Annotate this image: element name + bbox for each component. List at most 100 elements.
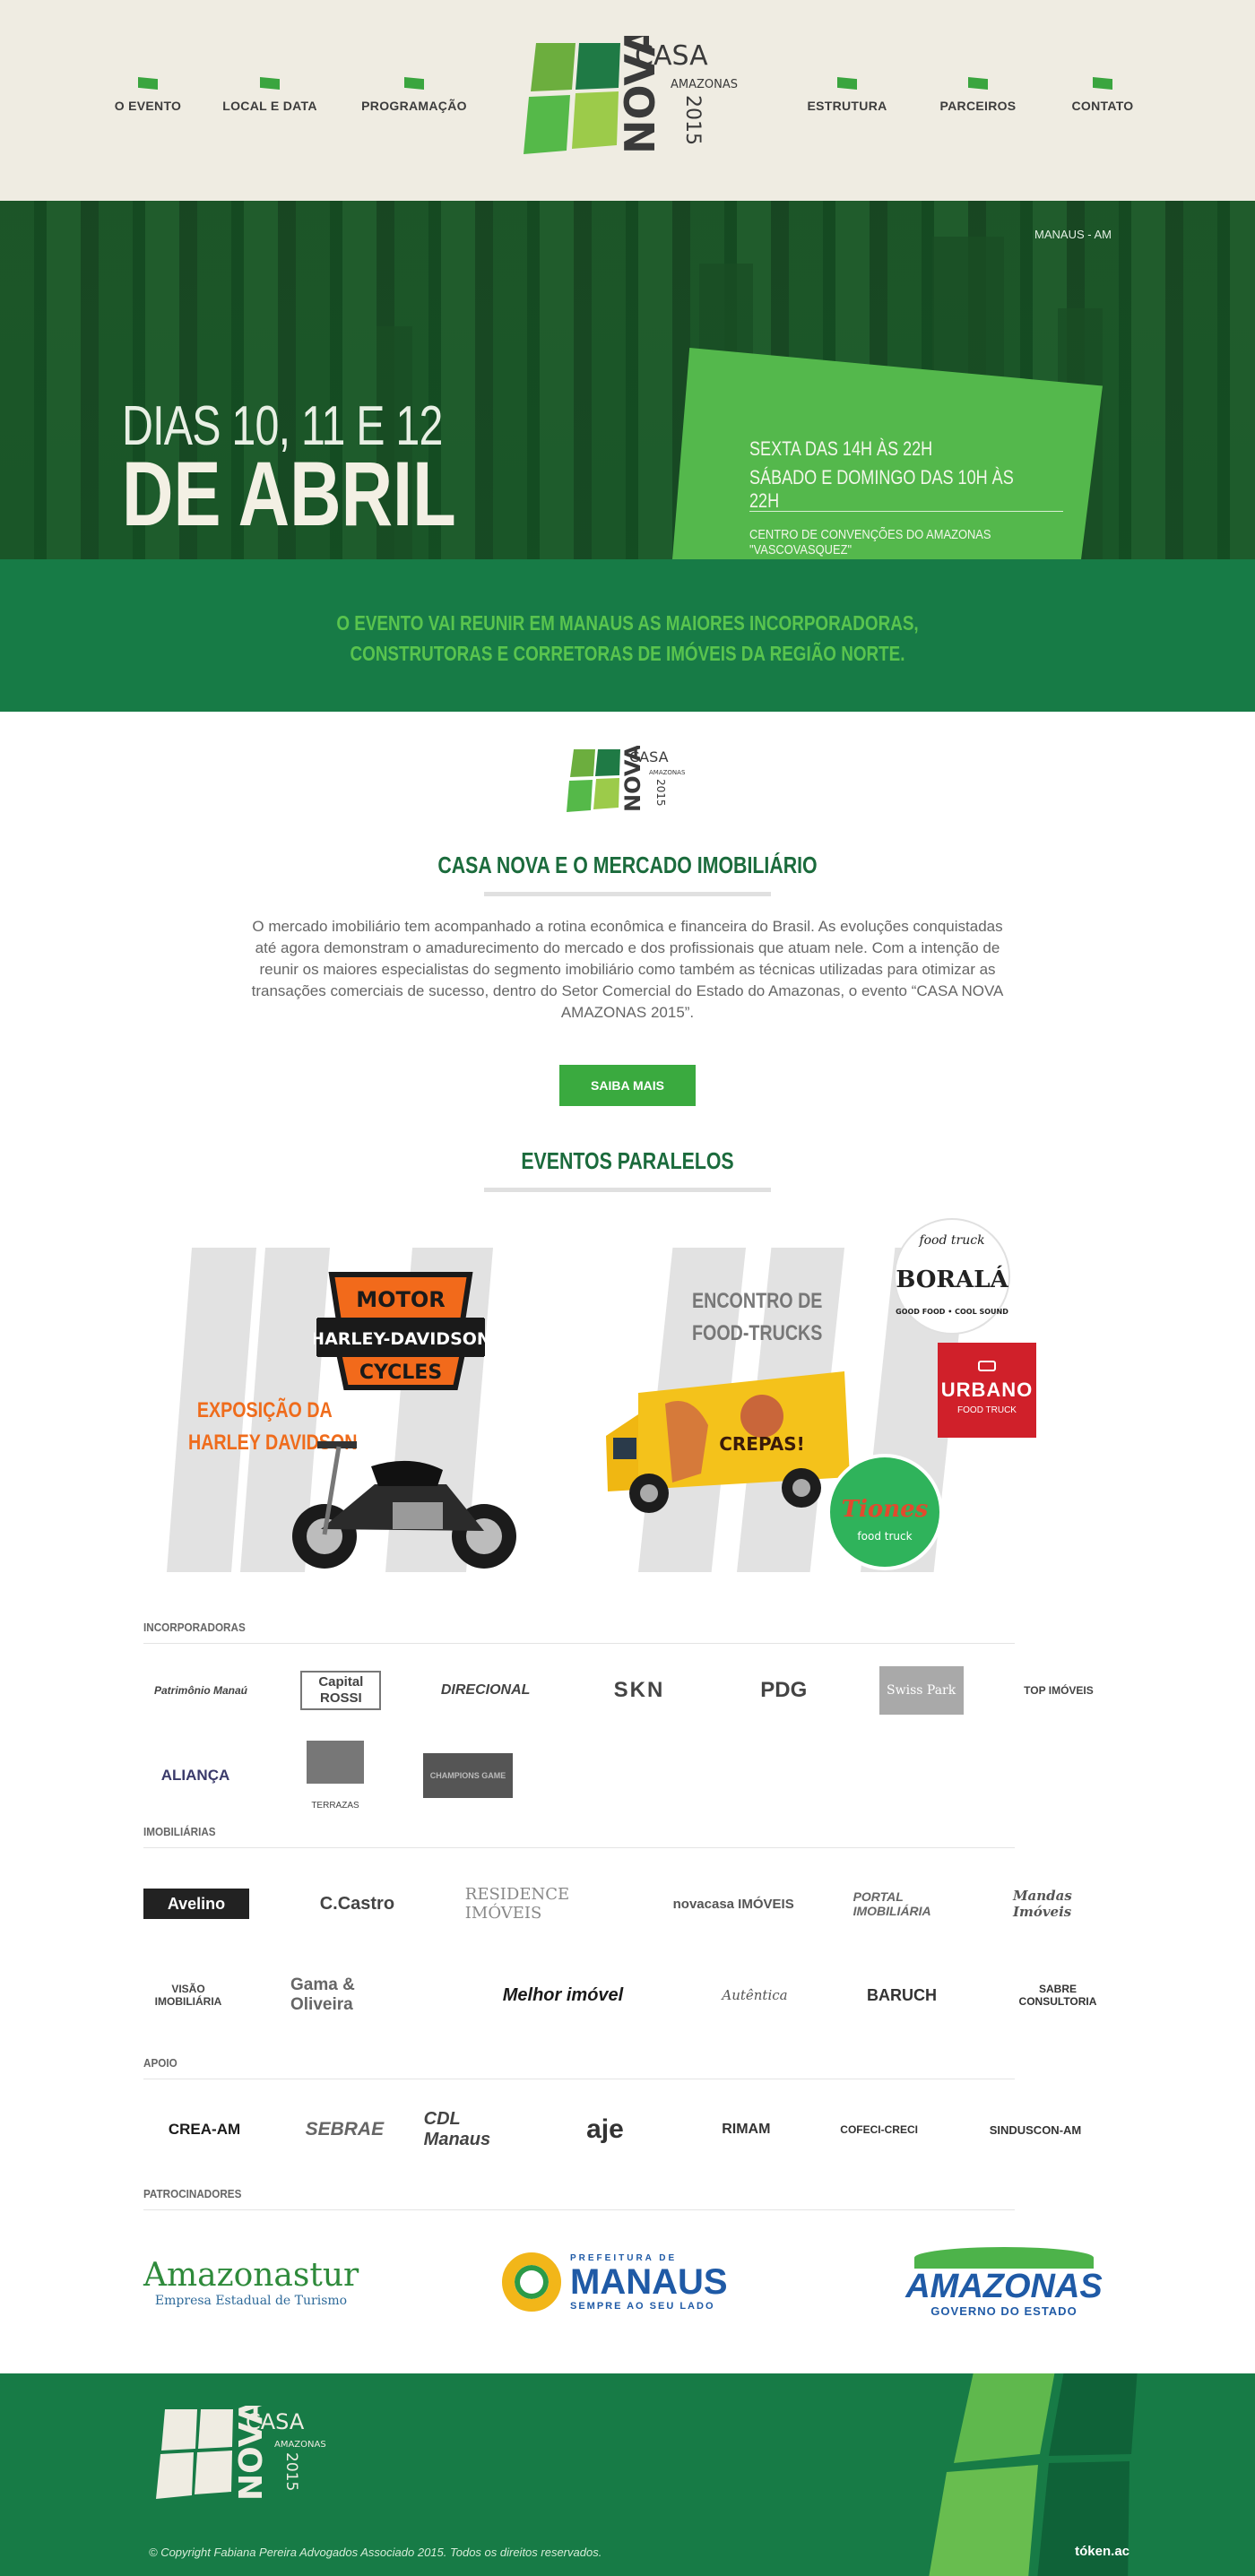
events-title: EVENTOS PARALELOS [521,1147,734,1174]
partner-logo[interactable]: aje [550,2103,661,2157]
partner-logo[interactable]: CDL Manaus [424,2103,517,2157]
harley-logo-top: MOTOR [356,1287,446,1312]
urbano-name: URBANO [940,1379,1034,1401]
flag-icon [404,77,424,90]
casa-nova-logo-small: CASA NOVA AMAZONAS 2015 [567,746,686,812]
sponsor-name: Amazonastur [143,2256,359,2294]
venue: CENTRO DE CONVENÇÕES DO AMAZONAS "VASCOV… [749,527,991,558]
partner-logo[interactable]: Autêntica [710,1968,800,2022]
group-title: IMOBILIÁRIAS [143,1825,1015,1848]
logo-nova: NOVA [616,36,664,154]
nav-contato[interactable]: CONTATO [1044,77,1161,115]
partner-logo[interactable]: DIRECIONAL [428,1664,544,1717]
group-title: PATROCINADORES [143,2187,1015,2210]
partner-logo[interactable]: Mandas Imóveis [1013,1877,1112,1931]
partner-logo[interactable]: CHAMPIONS GAME [423,1753,513,1798]
amazonastur-logo[interactable]: Amazonastur Empresa Estadual de Turismo [143,2257,359,2308]
partner-logo[interactable]: VISÃO IMOBILIÁRIA [143,1959,233,2031]
intro-line-1: O EVENTO VAI REUNIR EM MANAUS AS MAIORES… [336,611,919,635]
logo-row: Patrimônio Manaú Capital ROSSI DIRECIONA… [143,1664,1112,1717]
casa-nova-logo[interactable]: CASA NOVA AMAZONAS 2015 [520,36,744,161]
nav-label: PROGRAMAÇÃO [361,99,467,113]
urbano-sub: FOOD TRUCK [957,1405,1017,1415]
logo-amazonas: AMAZONAS [274,2440,326,2450]
partner-logo[interactable]: RIMAM [693,2103,799,2157]
parallel-events: MOTOR HARLEY-DAVIDSON CYCLES EXPOSIÇÃO D… [0,1192,1255,1604]
borala-logo: food truck BORALÁ GOOD FOOD • COOL SOUND [894,1218,1010,1335]
hero-city: MANAUS - AM [1034,228,1112,241]
about-text: O mercado imobiliário tem acompanhado a … [251,918,1004,1021]
title-underline [484,892,771,896]
truck-icon [978,1361,996,1371]
partner-logo[interactable]: SKN [590,1664,688,1717]
partner-logo[interactable]: Melhor imóvel [473,1968,653,2022]
motorcycle-image [292,1441,516,1569]
logo-amazonas: AMAZONAS [671,78,738,91]
partner-logo[interactable]: COFECI-CRECI [832,2103,927,2157]
harley-title-1: EXPOSIÇÃO DA [196,1398,333,1422]
intro-band: O EVENTO VAI REUNIR EM MANAUS AS MAIORES… [0,559,1255,712]
site-header: O EVENTO LOCAL E DATA PROGRAMAÇÃO CASA N… [0,0,1255,201]
partner-logo[interactable]: SABRE CONSULTORIA [1004,1968,1112,2022]
partner-logo[interactable]: C.Castro [294,1877,420,1931]
logo-year: 2015 [282,2452,300,2491]
sponsor-name: AMAZONAS [905,2267,1103,2305]
nav-programacao[interactable]: PROGRAMAÇÃO [356,77,472,115]
harley-logo-bot: CYCLES [359,1361,442,1384]
saiba-mais-button[interactable]: SAIBA MAIS [559,1065,696,1106]
flag-icon [260,77,280,90]
partner-logo[interactable]: Avelino [143,1889,249,1919]
partner-logo[interactable]: TOP IMÓVEIS [1009,1664,1108,1717]
partner-logo[interactable]: Swiss Park [878,1666,964,1715]
partner-logo[interactable]: SINDUSCON-AM [959,2103,1112,2157]
nav-estrutura[interactable]: ESTRUTURA [789,77,905,115]
schedule-weekend: SÁBADO E DOMINGO DAS 10H ÀS 22H [749,466,1014,512]
sponsor-name: MANAUS [570,2261,728,2302]
partner-logo[interactable]: PORTAL IMOBILIÁRIA [853,1877,968,1931]
logo-row: Amazonastur Empresa Estadual de Turismo … [143,2237,1112,2327]
schedule-friday: SEXTA DAS 14H ÀS 22H [749,437,933,460]
divider [749,511,1063,512]
copyright: © Copyright Fabiana Pereira Advogados As… [149,2546,602,2559]
partner-logo[interactable]: Gama & Oliveira [290,1968,416,2022]
partner-logo[interactable]: TERRAZAS [307,1741,364,1811]
partner-logo[interactable]: SEBRAE [298,2103,391,2157]
partner-logo[interactable]: CREA-AM [143,2103,265,2157]
tiones-name: Tiones [842,1496,929,1523]
partner-logo[interactable]: Capital ROSSI [300,1671,382,1710]
group-title: APOIO [143,2056,1015,2079]
borala-bottom: GOOD FOOD • COOL SOUND [896,1308,1008,1316]
flag-icon [1093,77,1112,90]
sponsor-sub: SEMPRE AO SEU LADO [570,2300,715,2312]
hero-month: DE ABRIL [122,443,456,545]
nav-local-e-data[interactable]: LOCAL E DATA [212,77,328,115]
intro-line-2: CONSTRUTORAS E CORRETORAS DE IMÓVEIS DA … [350,642,905,665]
prefeitura-manaus-logo[interactable]: PREFEITURA DE MANAUS SEMPRE AO SEU LADO [502,2252,753,2312]
borala-name: BORALÁ [896,1265,1008,1293]
logo-year: 2015 [681,95,704,145]
governo-amazonas-logo[interactable]: AMAZONAS GOVERNO DO ESTADO [896,2246,1112,2318]
group-title: INCORPORADORAS [143,1621,1015,1644]
about-title: CASA NOVA E O MERCADO IMOBILIÁRIO [437,851,818,878]
flag-wave-icon [914,2246,1094,2269]
logo-nova: NOVA [233,2406,270,2501]
developer-credit-link[interactable]: tóken.ac [1075,2544,1130,2559]
apoio-group: APOIO CREA-AM SEBRAE CDL Manaus aje RIMA… [143,2056,1112,2157]
partner-logo[interactable]: BARUCH [857,1968,947,2022]
truck-text: CREPAS! [719,1433,805,1455]
logo-row: CREA-AM SEBRAE CDL Manaus aje RIMAM COFE… [143,2103,1112,2157]
about-section: CASA NOVA AMAZONAS 2015 CASA NOVA E O ME… [0,712,1255,1192]
hero-banner: MANAUS - AM DIAS 10, 11 E 12 DE ABRIL SE… [0,201,1255,559]
partner-logo[interactable]: RESIDENCE IMÓVEIS [465,1877,614,1931]
partner-logo[interactable]: Patrimônio Manaú [147,1664,255,1717]
flag-icon [968,77,988,90]
casa-nova-logo-footer[interactable]: CASA NOVA AMAZONAS 2015 [152,2406,350,2504]
nav-label: LOCAL E DATA [222,99,317,113]
nav-parceiros[interactable]: PARCEIROS [920,77,1036,115]
partner-logo[interactable]: ALIANÇA [143,1749,247,1802]
partner-logo[interactable]: novacasa IMÓVEIS [659,1877,808,1931]
sponsor-sub: GOVERNO DO ESTADO [930,2304,1078,2318]
partner-logo[interactable]: PDG [734,1664,833,1717]
incorporadoras-group: INCORPORADORAS Patrimônio Manaú Capital … [143,1621,1112,1811]
nav-o-evento[interactable]: O EVENTO [90,77,206,115]
